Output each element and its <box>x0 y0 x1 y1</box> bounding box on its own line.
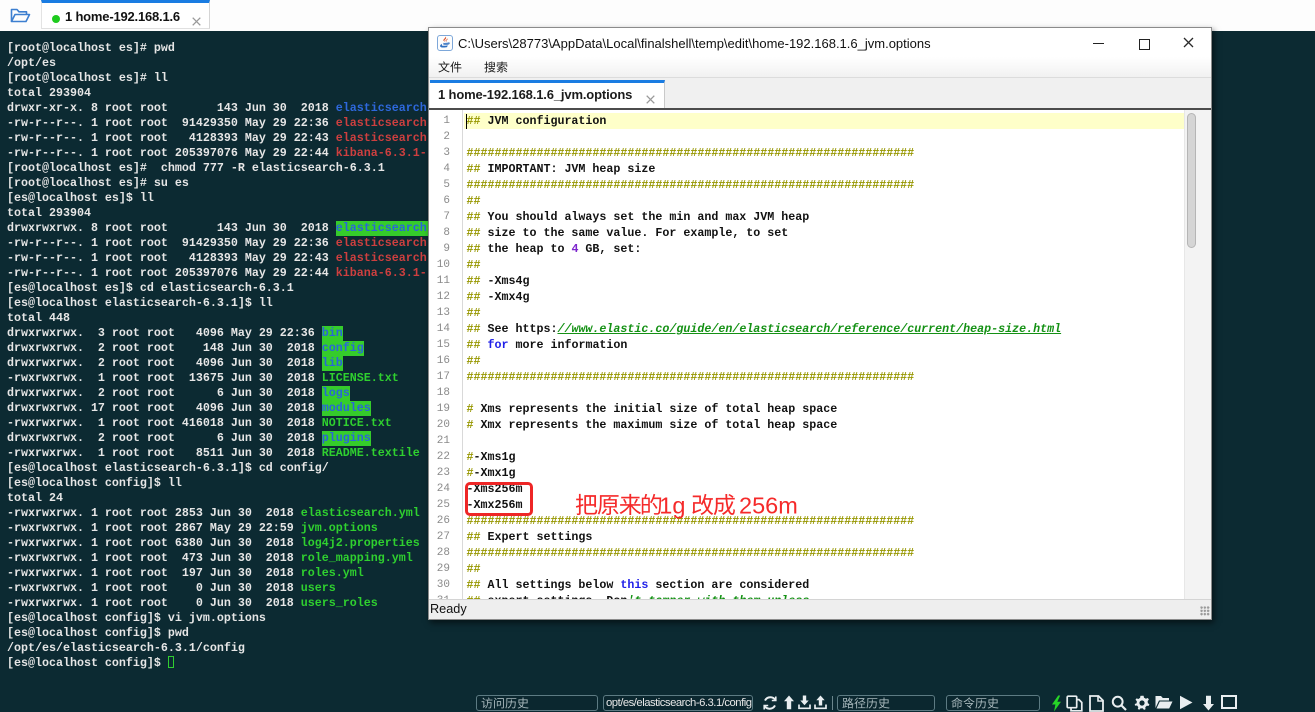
svg-text:1g: 1g <box>660 493 686 518</box>
svg-text:256m: 256m <box>739 493 797 518</box>
